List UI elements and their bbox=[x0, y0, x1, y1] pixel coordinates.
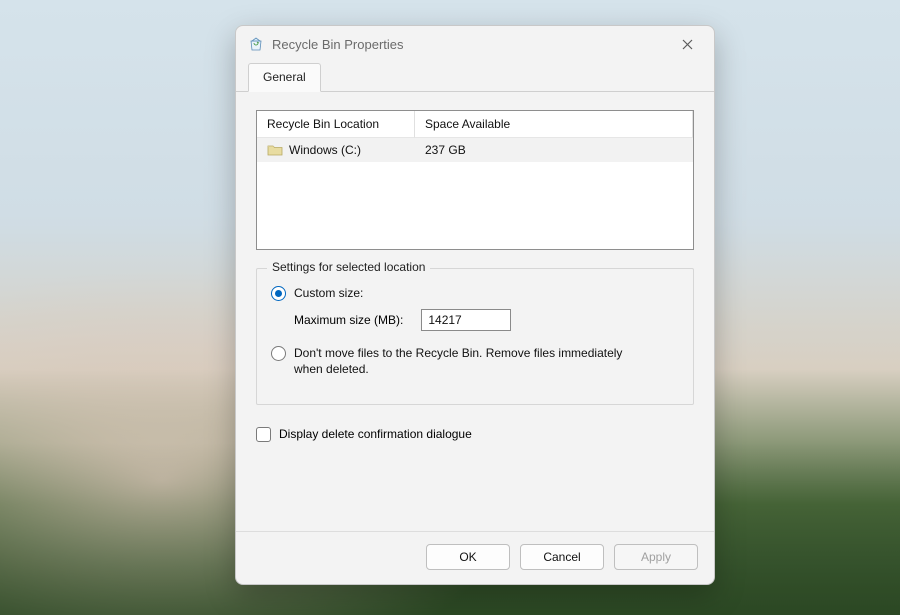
location-table[interactable]: Recycle Bin Location Space Available Win… bbox=[256, 110, 694, 250]
recycle-bin-icon bbox=[248, 36, 264, 52]
max-size-label: Maximum size (MB): bbox=[294, 313, 403, 327]
recycle-bin-properties-dialog: Recycle Bin Properties General Recycle B… bbox=[235, 25, 715, 585]
cancel-button[interactable]: Cancel bbox=[520, 544, 604, 570]
column-header-space[interactable]: Space Available bbox=[415, 111, 693, 138]
radio-icon bbox=[271, 346, 286, 361]
radio-label-dont-move: Don't move files to the Recycle Bin. Rem… bbox=[294, 345, 644, 377]
ok-button[interactable]: OK bbox=[426, 544, 510, 570]
tab-content: Recycle Bin Location Space Available Win… bbox=[236, 92, 714, 531]
display-confirmation-row[interactable]: Display delete confirmation dialogue bbox=[256, 427, 694, 442]
dialog-footer: OK Cancel Apply bbox=[236, 531, 714, 584]
display-confirmation-label: Display delete confirmation dialogue bbox=[279, 427, 472, 441]
table-header: Recycle Bin Location Space Available bbox=[257, 111, 693, 138]
checkbox-icon bbox=[256, 427, 271, 442]
titlebar: Recycle Bin Properties bbox=[236, 26, 714, 62]
window-title: Recycle Bin Properties bbox=[272, 37, 666, 52]
close-button[interactable] bbox=[666, 29, 708, 59]
apply-button[interactable]: Apply bbox=[614, 544, 698, 570]
column-header-location[interactable]: Recycle Bin Location bbox=[257, 111, 415, 138]
table-row[interactable]: Windows (C:) 237 GB bbox=[257, 138, 693, 162]
folder-icon bbox=[267, 143, 283, 157]
radio-icon bbox=[271, 286, 286, 301]
radio-dont-move[interactable]: Don't move files to the Recycle Bin. Rem… bbox=[271, 345, 679, 377]
max-size-input[interactable] bbox=[421, 309, 511, 331]
drive-space: 237 GB bbox=[425, 143, 466, 157]
tab-general[interactable]: General bbox=[248, 63, 321, 92]
radio-label-custom: Custom size: bbox=[294, 285, 363, 301]
radio-custom-size[interactable]: Custom size: bbox=[271, 285, 679, 301]
drive-name: Windows (C:) bbox=[289, 143, 361, 157]
settings-group: Settings for selected location Custom si… bbox=[256, 268, 694, 405]
max-size-row: Maximum size (MB): bbox=[294, 309, 679, 331]
tab-strip: General bbox=[236, 62, 714, 92]
group-legend: Settings for selected location bbox=[267, 260, 430, 274]
